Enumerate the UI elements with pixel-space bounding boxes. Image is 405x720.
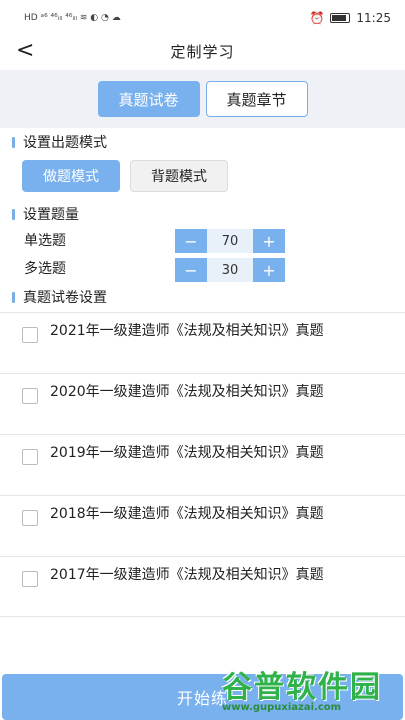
paper-checkbox[interactable] xyxy=(22,449,38,465)
single-choice-minus-button[interactable]: − xyxy=(175,229,207,253)
watermark-text: 谷普软件园 xyxy=(222,670,382,705)
paper-title: 2017年一级建造师《法规及相关知识》真题 xyxy=(50,567,324,583)
section-mode-title: 设置出题模式 xyxy=(23,135,107,151)
list-item[interactable]: 2018年一级建造师《法规及相关知识》真题 xyxy=(0,495,405,556)
status-indicators: HD ᵃ⁶ ⁴⁶ᵢₗₗ ⁴⁶ᵢₗₗ ≋ ◐ ◔ ☁ xyxy=(24,13,121,23)
single-choice-label: 单选题 xyxy=(24,233,66,249)
battery-icon xyxy=(330,13,351,23)
list-item[interactable]: 2017年一级建造师《法规及相关知识》真题 xyxy=(0,556,405,617)
alarm-icon: ⏰ xyxy=(309,11,325,25)
paper-title: 2019年一级建造师《法规及相关知识》真题 xyxy=(50,445,324,461)
multi-choice-value[interactable]: 30 xyxy=(207,258,253,282)
paper-title: 2020年一级建造师《法规及相关知识》真题 xyxy=(50,384,324,400)
section-quantity: 设置题量 xyxy=(0,204,79,224)
status-bar: HD ᵃ⁶ ⁴⁶ᵢₗₗ ⁴⁶ᵢₗₗ ≋ ◐ ◔ ☁ ⏰ 11:25 xyxy=(0,0,405,36)
practice-mode-button[interactable]: 做题模式 xyxy=(22,160,120,192)
watermark-logo: 谷普软件园 www.gupuxiazai.com xyxy=(222,662,402,720)
section-marker xyxy=(12,136,15,148)
start-practice-label: 开始练 xyxy=(176,689,228,708)
list-item[interactable]: 2019年一级建造师《法规及相关知识》真题 xyxy=(0,434,405,495)
paper-checkbox[interactable] xyxy=(22,571,38,587)
section-papers: 真题试卷设置 xyxy=(0,287,107,307)
tab-real-papers[interactable]: 真题试卷 xyxy=(97,81,200,117)
list-item[interactable]: 2020年一级建造师《法规及相关知识》真题 xyxy=(0,373,405,434)
paper-checkbox[interactable] xyxy=(22,388,38,404)
paper-title: 2021年一级建造师《法规及相关知识》真题 xyxy=(50,323,324,339)
page-title: 定制学习 xyxy=(170,42,235,61)
multi-choice-stepper: − 30 + xyxy=(175,258,285,282)
tab-bar: 真题试卷 真题章节 xyxy=(0,70,405,128)
paper-checkbox[interactable] xyxy=(22,327,38,343)
memorize-mode-button[interactable]: 背题模式 xyxy=(130,160,228,192)
multi-choice-plus-button[interactable]: + xyxy=(253,258,285,282)
back-icon[interactable]: < xyxy=(16,38,34,63)
section-marker xyxy=(12,208,15,220)
section-marker xyxy=(12,291,15,303)
status-time: 11:25 xyxy=(356,11,391,25)
section-mode: 设置出题模式 xyxy=(0,132,107,152)
multi-choice-label: 多选题 xyxy=(24,261,66,277)
list-item[interactable]: 2021年一级建造师《法规及相关知识》真题 xyxy=(0,312,405,373)
navbar: < 定制学习 xyxy=(0,36,405,66)
single-choice-plus-button[interactable]: + xyxy=(253,229,285,253)
paper-title: 2018年一级建造师《法规及相关知识》真题 xyxy=(50,506,324,522)
single-choice-value[interactable]: 70 xyxy=(207,229,253,253)
multi-choice-minus-button[interactable]: − xyxy=(175,258,207,282)
single-choice-stepper: − 70 + xyxy=(175,229,285,253)
tab-real-chapters[interactable]: 真题章节 xyxy=(205,81,308,117)
section-quantity-title: 设置题量 xyxy=(23,207,79,223)
section-papers-title: 真题试卷设置 xyxy=(23,290,107,306)
paper-list: 2021年一级建造师《法规及相关知识》真题 2020年一级建造师《法规及相关知识… xyxy=(0,312,405,617)
paper-checkbox[interactable] xyxy=(22,510,38,526)
